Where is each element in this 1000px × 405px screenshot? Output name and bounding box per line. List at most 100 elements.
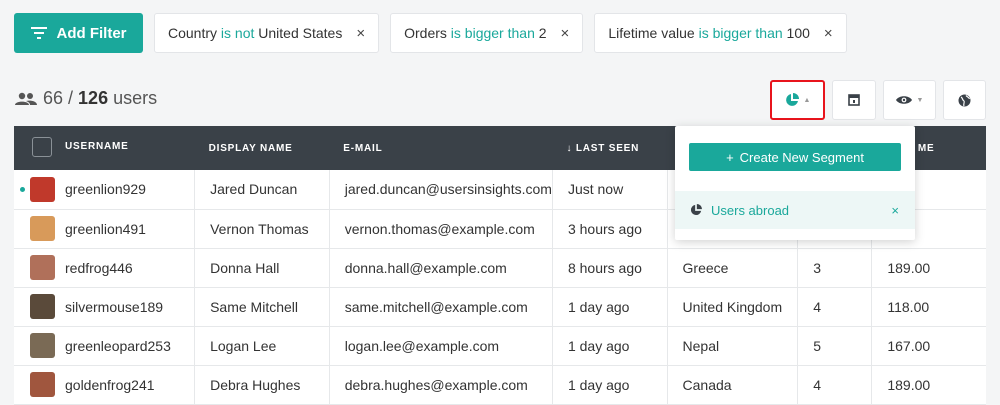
eye-icon <box>895 96 912 104</box>
filter-chip-lifetime-value[interactable]: Lifetime value is bigger than 100 × <box>594 13 847 53</box>
cell-email: jared.duncan@usersinsights.com <box>329 170 553 210</box>
chip-operator: is not <box>220 25 255 41</box>
segment-label: Users abroad <box>711 202 790 218</box>
select-all-checkbox[interactable] <box>32 136 52 157</box>
segments-dropdown: + Create New Segment Users abroad × <box>675 126 915 240</box>
count-unit: users <box>113 88 158 108</box>
cell-lifetime-value: 189.00 <box>871 248 986 288</box>
cell-username[interactable]: goldenfrog241 <box>14 365 196 405</box>
username[interactable]: greenlion929 <box>65 181 146 197</box>
cell-last-seen: Just now <box>552 170 668 210</box>
cell-display-name: Donna Hall <box>194 248 330 288</box>
cell-display-name: Same Mitchell <box>194 287 330 327</box>
filter-chip-orders[interactable]: Orders is bigger than 2 × <box>390 13 584 53</box>
cell-username[interactable]: redfrog446 <box>14 248 196 288</box>
cell-lifetime-value: 189.00 <box>871 365 986 405</box>
username[interactable]: redfrog446 <box>65 260 133 276</box>
avatar <box>30 216 55 241</box>
cell-display-name: Jared Duncan <box>194 170 330 210</box>
filter-bar: Add Filter Country is not United States … <box>14 13 847 53</box>
create-segment-button[interactable]: + Create New Segment <box>689 143 901 171</box>
avatar <box>30 294 55 319</box>
username[interactable]: greenlion491 <box>65 221 146 237</box>
cell-email: donna.hall@example.com <box>329 248 553 288</box>
cell-email: vernon.thomas@example.com <box>329 209 553 249</box>
cell-username[interactable]: silvermouse189 <box>14 287 196 327</box>
online-indicator <box>20 186 25 192</box>
cell-display-name: Debra Hughes <box>194 365 330 405</box>
chip-field: Country <box>168 25 218 41</box>
columns-button[interactable] <box>832 80 876 120</box>
globe-icon <box>958 94 971 106</box>
cell-last-seen: 1 day ago <box>552 287 668 327</box>
avatar <box>30 333 55 358</box>
chip-value: United States <box>258 25 343 41</box>
chip-field: Orders <box>404 25 447 41</box>
cell-orders: 3 <box>797 248 873 288</box>
caret-down-icon: ▼ <box>916 96 924 104</box>
column-last-seen[interactable]: ↓ LAST SEEN <box>552 126 668 170</box>
avatar <box>30 176 55 202</box>
total-count: 126 <box>78 88 109 108</box>
cell-display-name: Logan Lee <box>194 326 330 366</box>
cell-username[interactable]: greenleopard253 <box>14 326 196 366</box>
cell-orders: 4 <box>797 365 873 405</box>
cell-lifetime-value: 118.00 <box>871 287 986 327</box>
cell-email: debra.hughes@example.com <box>329 365 553 405</box>
column-username[interactable]: USERNAME <box>14 126 195 170</box>
cell-orders: 4 <box>797 287 873 327</box>
chip-field: Lifetime value <box>608 25 695 41</box>
remove-filter-icon[interactable]: × <box>824 25 833 42</box>
username[interactable]: goldenfrog241 <box>65 377 155 393</box>
username[interactable]: silvermouse189 <box>65 299 163 315</box>
remove-filter-icon[interactable]: × <box>356 25 365 42</box>
filter-icon <box>30 27 47 39</box>
avatar <box>30 372 55 397</box>
shown-count: 66 <box>43 88 64 108</box>
cell-last-seen: 1 day ago <box>552 365 668 405</box>
remove-filter-icon[interactable]: × <box>561 25 570 42</box>
cell-email: same.mitchell@example.com <box>329 287 553 327</box>
cell-last-seen: 3 hours ago <box>552 209 668 249</box>
columns-icon <box>848 94 860 106</box>
plus-icon: + <box>726 149 734 165</box>
table-row[interactable]: silvermouse189 Same Mitchell same.mitche… <box>14 287 986 327</box>
cell-username[interactable]: greenlion491 <box>14 209 196 249</box>
chip-value: 2 <box>538 25 547 41</box>
cell-display-name: Vernon Thomas <box>194 209 330 249</box>
cell-email: logan.lee@example.com <box>329 326 553 366</box>
pie-chart-icon <box>785 93 799 106</box>
table-row[interactable]: redfrog446 Donna Hall donna.hall@example… <box>14 248 986 288</box>
count-separator: / <box>63 88 79 108</box>
cell-country: Canada <box>667 365 799 405</box>
avatar <box>30 255 55 280</box>
create-segment-label: Create New Segment <box>739 149 864 165</box>
add-filter-label: Add Filter <box>56 24 127 42</box>
filter-chip-country[interactable]: Country is not United States × <box>154 13 380 53</box>
add-filter-button[interactable]: Add Filter <box>14 13 143 53</box>
segments-button[interactable]: ▲ <box>770 80 825 120</box>
column-email[interactable]: E-MAIL <box>329 126 553 170</box>
view-options-button[interactable]: ▼ <box>883 80 936 120</box>
cell-username[interactable]: greenlion929 <box>14 170 196 210</box>
chip-operator: is bigger than <box>698 25 783 41</box>
chip-operator: is bigger than <box>450 25 535 41</box>
cell-last-seen: 8 hours ago <box>552 248 668 288</box>
username[interactable]: greenleopard253 <box>65 338 171 354</box>
segment-item-users-abroad[interactable]: Users abroad × <box>675 191 915 229</box>
cell-country: Greece <box>667 248 799 288</box>
table-row[interactable]: goldenfrog241 Debra Hughes debra.hughes@… <box>14 365 986 405</box>
users-icon <box>15 92 37 105</box>
column-display-name[interactable]: DISPLAY NAME <box>194 126 330 170</box>
map-view-button[interactable] <box>943 80 986 120</box>
pie-chart-icon <box>690 204 702 216</box>
cell-orders: 5 <box>797 326 873 366</box>
cell-country: United Kingdom <box>667 287 799 327</box>
cell-last-seen: 1 day ago <box>552 326 668 366</box>
table-row[interactable]: greenleopard253 Logan Lee logan.lee@exam… <box>14 326 986 366</box>
chip-value: 100 <box>786 25 810 41</box>
cell-lifetime-value: 167.00 <box>871 326 986 366</box>
cell-country: Nepal <box>667 326 799 366</box>
remove-segment-icon[interactable]: × <box>891 203 899 218</box>
caret-up-icon: ▲ <box>803 96 811 104</box>
